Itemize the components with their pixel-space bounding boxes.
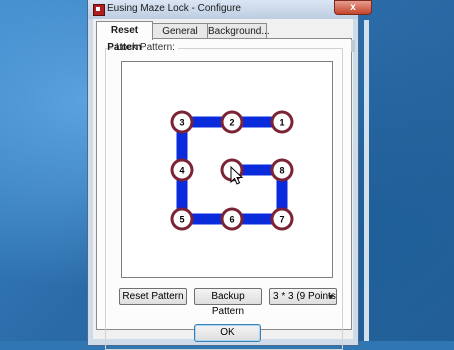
pattern-node-label: 5 bbox=[179, 215, 184, 225]
pattern-node[interactable]: 8 bbox=[270, 158, 294, 182]
tab-general[interactable]: General bbox=[152, 23, 208, 39]
pattern-grid[interactable]: 3 2 1 4 8 5 6 7 bbox=[122, 62, 332, 277]
background-window-handle bbox=[351, 40, 355, 52]
pattern-node[interactable]: 2 bbox=[220, 110, 244, 134]
pattern-node-label: 6 bbox=[229, 215, 234, 225]
app-icon bbox=[93, 4, 105, 16]
background-window-edge bbox=[364, 20, 369, 341]
pattern-node-label: 4 bbox=[179, 166, 184, 176]
title-bar[interactable]: Eusing Maze Lock - Configure x bbox=[88, 0, 372, 19]
pattern-node[interactable]: 3 bbox=[170, 110, 194, 134]
close-button[interactable]: x bbox=[334, 0, 372, 15]
pattern-node-label: 8 bbox=[279, 166, 284, 176]
pattern-node-label: 2 bbox=[229, 118, 234, 128]
tab-background[interactable]: Background... bbox=[207, 23, 270, 39]
points-select-value: 3 * 3 (9 Points bbox=[273, 291, 336, 302]
configure-window: Eusing Maze Lock - Configure x Reset Pat… bbox=[87, 0, 372, 350]
pattern-node-label: 3 bbox=[179, 118, 184, 128]
pattern-canvas[interactable]: 3 2 1 4 8 5 6 7 bbox=[121, 61, 333, 278]
backup-pattern-button[interactable]: Backup Pattern bbox=[194, 288, 262, 317]
pattern-node[interactable]: 7 bbox=[270, 207, 294, 231]
pattern-node[interactable]: 1 bbox=[270, 110, 294, 134]
points-select[interactable]: 3 * 3 (9 Points bbox=[269, 288, 337, 305]
pattern-node-label: 1 bbox=[279, 118, 284, 128]
pattern-node[interactable]: 4 bbox=[170, 158, 194, 182]
reset-pattern-button[interactable]: Reset Pattern bbox=[119, 288, 187, 305]
dialog-client: Reset Pattern General Background... Lock… bbox=[93, 19, 353, 350]
ok-button[interactable]: OK bbox=[194, 324, 261, 342]
tab-panel: Lock Pattern: 32148567 Reset Pattern Bac… bbox=[96, 38, 352, 350]
pattern-node[interactable]: 6 bbox=[220, 207, 244, 231]
tab-reset-pattern[interactable]: Reset Pattern bbox=[96, 21, 153, 53]
pattern-node-label: 7 bbox=[279, 215, 284, 225]
chevron-down-icon bbox=[328, 295, 334, 299]
window-title: Eusing Maze Lock - Configure bbox=[107, 3, 241, 14]
pattern-node[interactable]: 5 bbox=[170, 207, 194, 231]
